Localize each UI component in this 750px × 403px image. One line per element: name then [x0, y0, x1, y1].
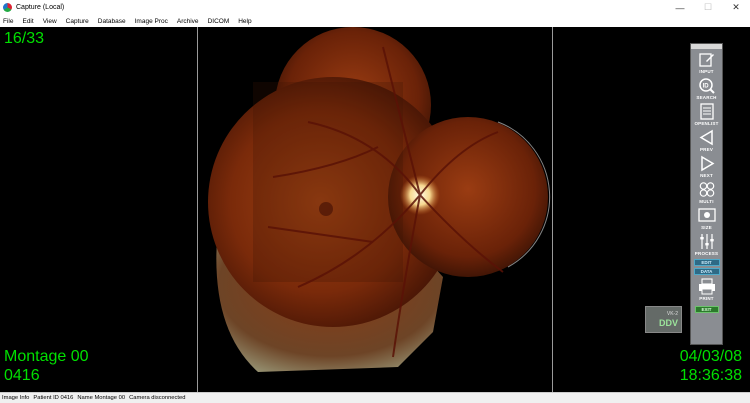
- print-label: PRINT: [699, 295, 714, 301]
- data-button[interactable]: DATA: [693, 268, 720, 275]
- status-name: Name Montage 00: [77, 395, 126, 401]
- monitor-icon: [697, 207, 716, 222]
- close-button[interactable]: ✕: [722, 0, 750, 15]
- sliders-icon: [699, 233, 714, 249]
- menu-edit[interactable]: Edit: [22, 18, 33, 25]
- maximize-button[interactable]: ☐: [694, 0, 722, 15]
- menu-bar: File Edit View Capture Database Image Pr…: [0, 15, 750, 27]
- process-label: PROCESS: [694, 250, 719, 256]
- exit-button[interactable]: EXIT: [694, 306, 719, 313]
- status-patient-id: Patient ID 0416: [33, 395, 74, 401]
- prev-label: PREV: [699, 146, 714, 152]
- menu-capture[interactable]: Capture: [66, 18, 89, 25]
- prev-button[interactable]: PREV: [691, 127, 722, 153]
- menu-file[interactable]: File: [3, 18, 13, 25]
- window-controls: — ☐ ✕: [666, 0, 750, 15]
- svg-text:ID: ID: [702, 83, 709, 89]
- menu-database[interactable]: Database: [98, 18, 126, 25]
- pencil-icon: [698, 52, 714, 67]
- image-viewport[interactable]: 16/33 Montage 00 0416 04/03/08 18:36:38 …: [0, 27, 750, 392]
- printer-icon: [698, 277, 715, 294]
- menu-help[interactable]: Help: [238, 18, 251, 25]
- triangle-left-icon: [699, 129, 713, 145]
- viewport-divider-right: [552, 27, 553, 392]
- capture-date: 04/03/08: [679, 348, 742, 365]
- list-icon: [699, 102, 714, 120]
- size-button[interactable]: SIZE: [691, 205, 722, 231]
- status-bar: Image Info Patient ID 0416 Name Montage …: [0, 392, 750, 403]
- multi-label: MULTI: [699, 198, 714, 204]
- app-icon: [3, 3, 12, 12]
- search-label: SEARCH: [696, 94, 717, 100]
- menu-archive[interactable]: Archive: [177, 18, 199, 25]
- openlist-label: OPENLIST: [694, 120, 719, 126]
- menu-view[interactable]: View: [43, 18, 57, 25]
- window-title: Capture (Local): [16, 4, 65, 11]
- multi-circles-icon: [699, 181, 714, 197]
- thumbnail-line2: DDV: [658, 318, 678, 328]
- montage-label: Montage 00: [4, 348, 89, 365]
- process-button[interactable]: PROCESS: [691, 231, 722, 257]
- input-button[interactable]: INPUT: [691, 49, 722, 75]
- thumbnail-line1: VK-2: [666, 311, 678, 317]
- next-button[interactable]: NEXT: [691, 153, 722, 179]
- menu-dicom[interactable]: DICOM: [208, 18, 230, 25]
- size-label: SIZE: [701, 224, 712, 230]
- multi-button[interactable]: MULTI: [691, 179, 722, 205]
- thumbnail-preview[interactable]: VK-2 DDV: [645, 306, 682, 333]
- triangle-right-icon: [700, 155, 714, 171]
- print-button[interactable]: PRINT: [691, 276, 722, 302]
- next-label: NEXT: [700, 172, 713, 178]
- minimize-button[interactable]: —: [666, 0, 694, 15]
- title-bar: Capture (Local) — ☐ ✕: [0, 0, 750, 15]
- fundus-montage-image[interactable]: [198, 27, 552, 392]
- input-label: INPUT: [699, 68, 714, 74]
- side-toolbar: INPUT ID SEARCH OPENLIST PREV NEXT MULTI…: [690, 43, 723, 345]
- status-image-info: Image Info: [2, 395, 30, 401]
- patient-id-label: 0416: [4, 367, 40, 384]
- edit-button[interactable]: EDIT: [693, 259, 720, 266]
- capture-time: 18:36:38: [679, 367, 742, 384]
- image-counter: 16/33: [4, 30, 45, 47]
- id-search-icon: ID: [698, 77, 715, 94]
- search-button[interactable]: ID SEARCH: [691, 75, 722, 101]
- status-camera: Camera disconnected: [129, 395, 186, 401]
- openlist-button[interactable]: OPENLIST: [691, 101, 722, 127]
- menu-image-proc[interactable]: Image Proc: [135, 18, 168, 25]
